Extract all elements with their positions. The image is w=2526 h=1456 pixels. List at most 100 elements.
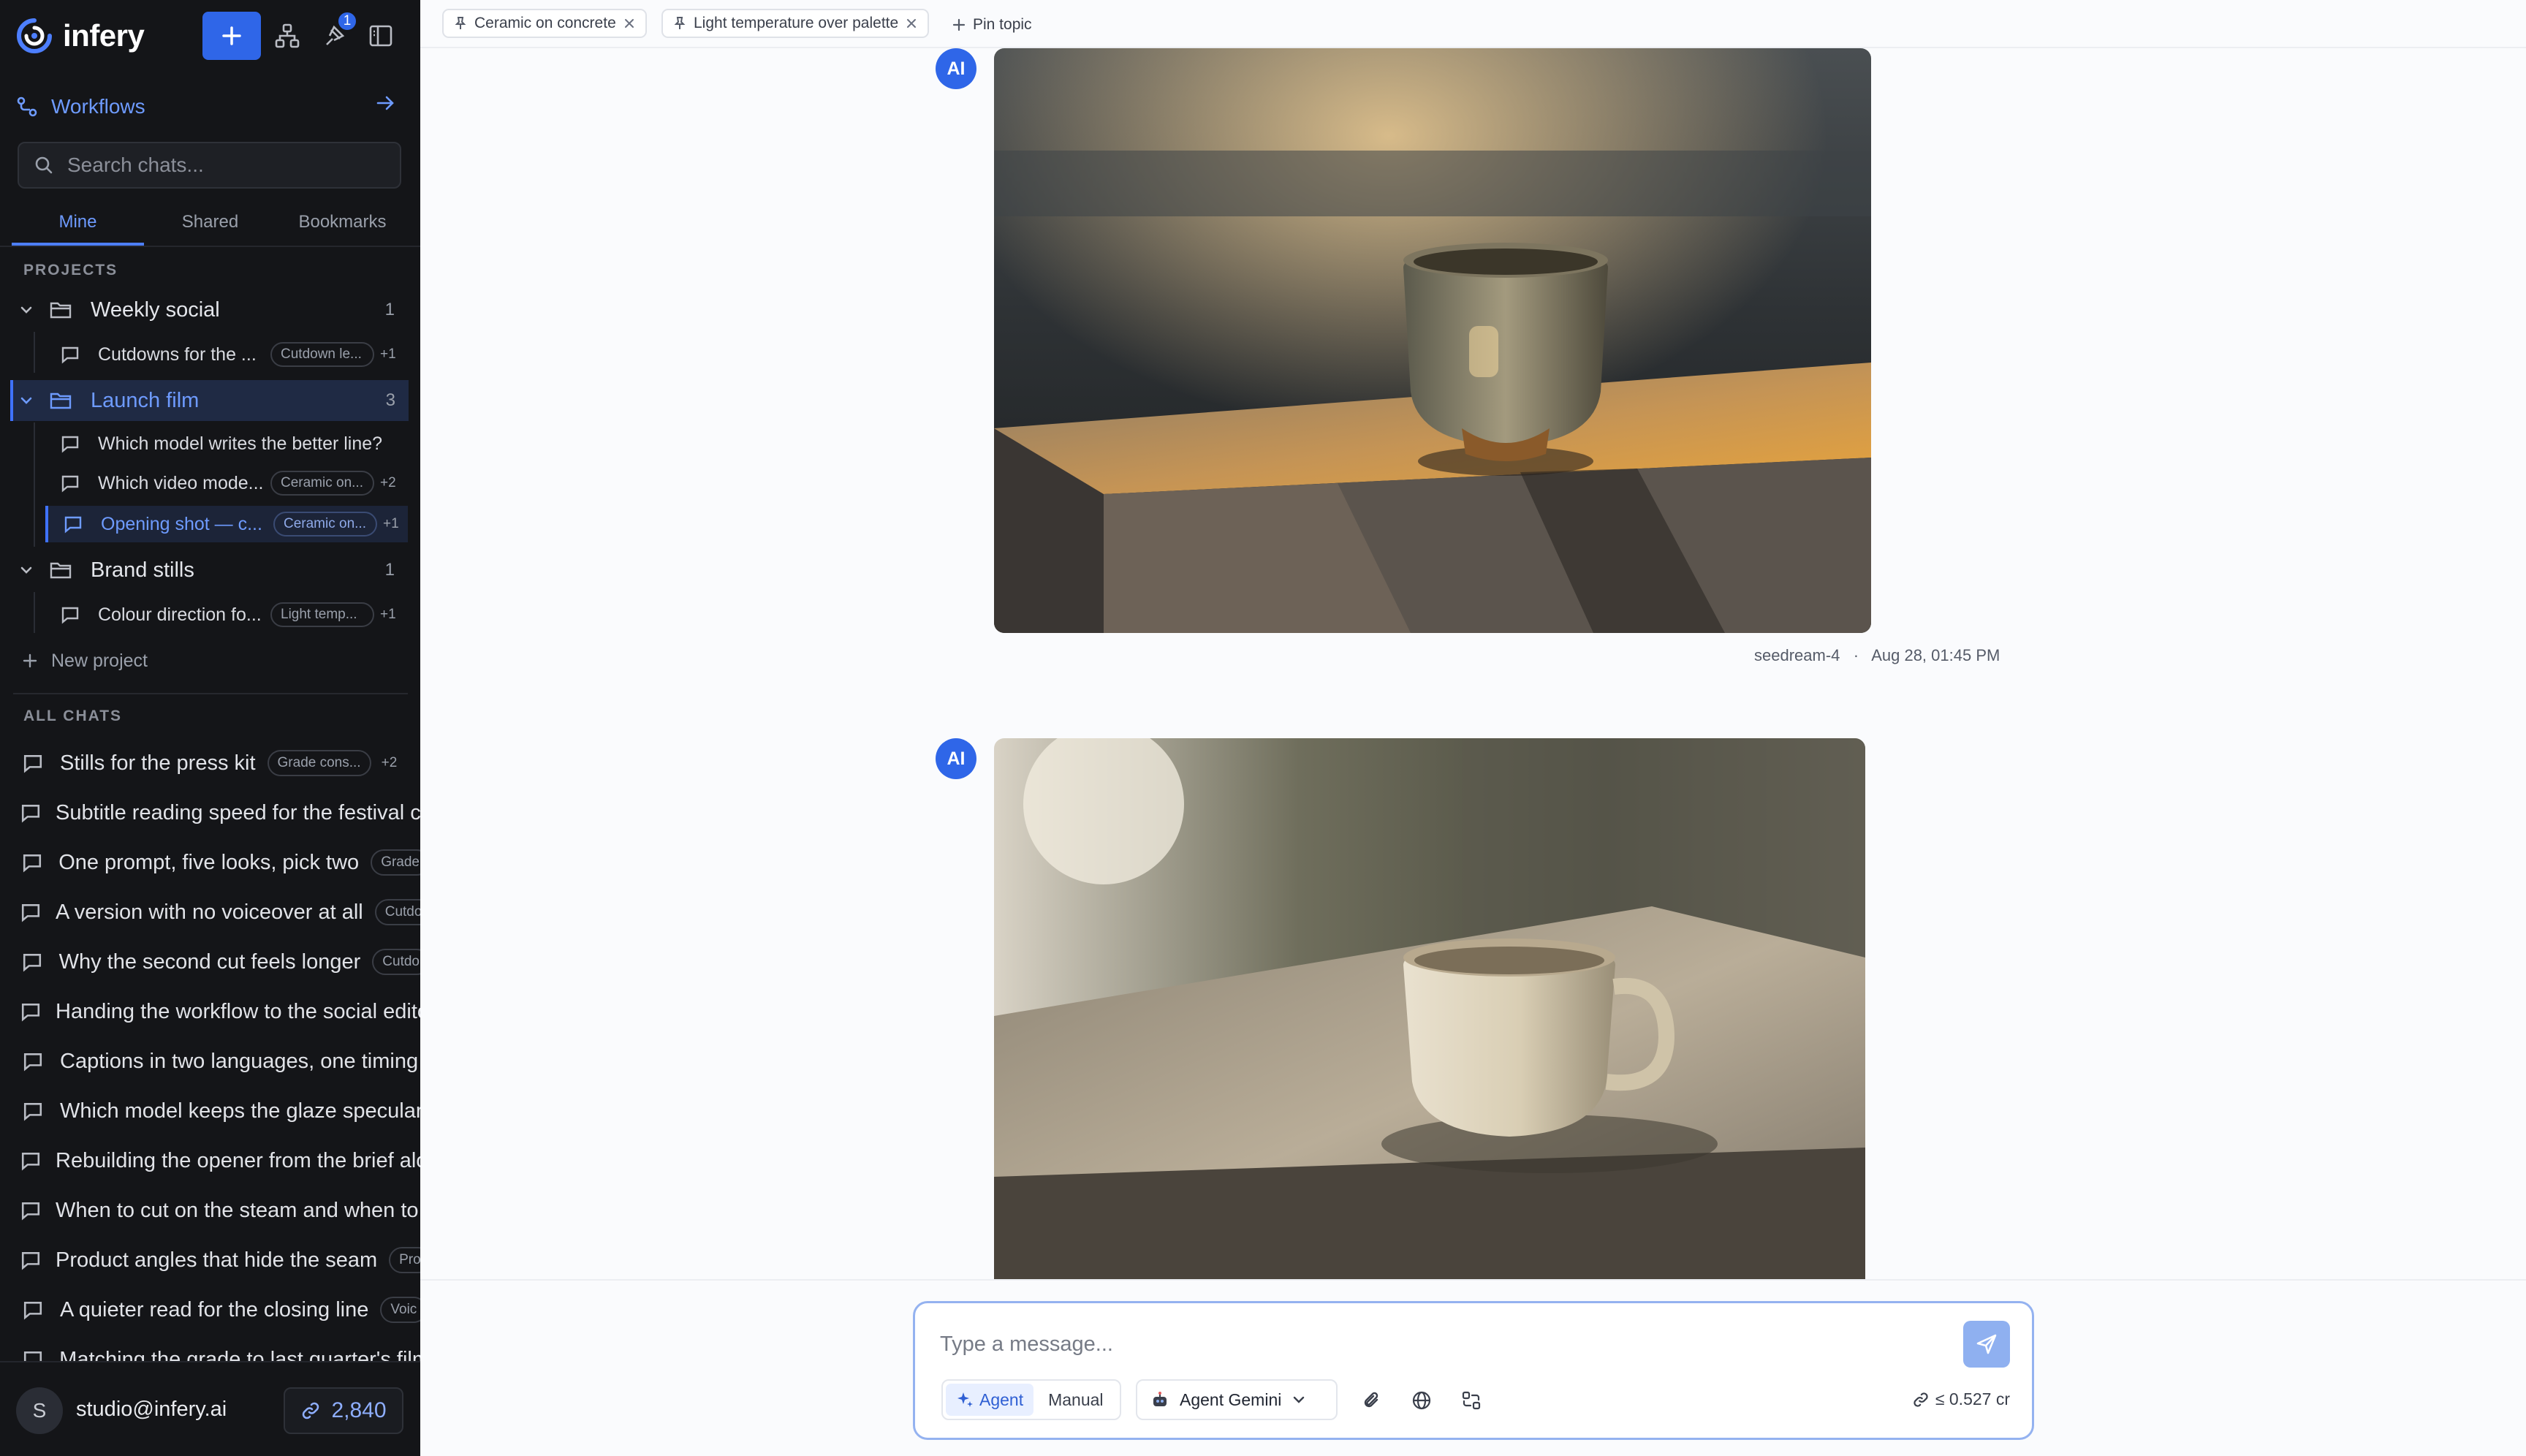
convert-button[interactable]	[1456, 1385, 1487, 1416]
generated-image[interactable]	[994, 48, 1871, 633]
model-name: seedream-4	[1754, 646, 1840, 664]
pinned-topic-chip[interactable]: Light temperature over palette	[661, 9, 930, 38]
agent-mode-button[interactable]: Agent	[946, 1384, 1034, 1416]
robot-icon	[1153, 1392, 1167, 1406]
model-select[interactable]: Agent Gemini	[1136, 1379, 1338, 1420]
extra-tags-count: +1	[380, 346, 396, 362]
close-icon[interactable]	[623, 18, 635, 29]
project-chat-item[interactable]: Colour direction fo... Light temp... +1	[45, 596, 408, 633]
chat-bubble-icon	[57, 605, 83, 624]
list-item[interactable]: When to cut on the steam and when to hol…	[20, 1190, 420, 1231]
avatar[interactable]: S	[16, 1387, 63, 1434]
list-item[interactable]: Captions in two languages, one timing	[20, 1041, 420, 1082]
app-logo[interactable]: infery	[16, 18, 145, 54]
chat-title: Which video mode...	[98, 472, 264, 493]
meta-separator: ·	[1844, 646, 1868, 664]
workflow-icon	[17, 96, 37, 117]
chat-title: When to cut on the steam and when to hol…	[56, 1198, 420, 1222]
chevron-down-icon[interactable]	[13, 302, 39, 318]
chat-title: Stills for the press kit	[60, 751, 256, 775]
attach-button[interactable]	[1357, 1385, 1387, 1416]
tab-bookmarks[interactable]: Bookmarks	[276, 205, 409, 246]
search-input[interactable]	[67, 153, 389, 177]
paperclip-icon	[1364, 1392, 1378, 1408]
chat-main: Ceramic on concrete Light temperature ov…	[420, 0, 2526, 1456]
topic-label: Light temperature over palette	[694, 15, 899, 31]
topic-tag: Ceramic on...	[273, 512, 377, 536]
sparkles-icon	[957, 1392, 973, 1407]
chat-bubble-icon	[20, 952, 45, 972]
agent-mode-label: Agent	[979, 1389, 1024, 1409]
close-icon[interactable]	[906, 18, 917, 29]
notification-badge: 1	[336, 10, 358, 32]
hierarchy-icon	[275, 23, 300, 48]
pin-icon	[674, 17, 686, 29]
user-email[interactable]: studio@infery.ai	[76, 1398, 227, 1422]
chat-bubble-icon	[20, 852, 44, 873]
topic-label: Ceramic on concrete	[474, 15, 616, 31]
extra-tags-count: +2	[381, 755, 398, 770]
project-chat-item[interactable]: Cutdowns for the ... Cutdown le... +1	[45, 336, 408, 373]
plus-icon	[222, 26, 241, 45]
list-item[interactable]: Handing the workflow to the social edito…	[20, 991, 420, 1032]
chat-title: Opening shot — c...	[101, 513, 262, 534]
cost-estimate: ≤ 0.527 cr	[1912, 1389, 2010, 1409]
project-brand-stills[interactable]: Brand stills 1	[13, 550, 408, 591]
message-timestamp: Aug 28, 01:45 PM	[1871, 646, 2000, 664]
list-item[interactable]: Stills for the press kit Grade cons... +2	[20, 743, 420, 784]
link-icon	[303, 1402, 319, 1419]
list-item[interactable]: Which model keeps the glaze specular	[20, 1091, 420, 1131]
chat-title: Which model writes the better line?	[98, 433, 383, 454]
project-launch-film[interactable]: Launch film 3	[10, 380, 409, 421]
list-item[interactable]: One prompt, five looks, pick two Grade	[20, 842, 420, 883]
new-chat-button[interactable]	[202, 12, 261, 60]
sidebar: infery 1 Workflows Search chats... Mine …	[0, 0, 420, 1456]
pin-topic-button[interactable]: Pin topic	[952, 10, 1032, 39]
ai-avatar: AI	[936, 738, 976, 779]
chevron-down-icon[interactable]	[13, 562, 39, 578]
composer: Agent Manual Agent Gemini	[913, 1301, 2034, 1440]
chat-bubble-icon	[20, 1001, 41, 1022]
workflows-label: Workflows	[51, 95, 145, 118]
list-item[interactable]: A quieter read for the closing line Voic	[20, 1289, 420, 1330]
cost-value: ≤ 0.527 cr	[1935, 1389, 2010, 1408]
tab-mine[interactable]: Mine	[12, 205, 144, 246]
workflow-graph-button[interactable]	[270, 19, 304, 53]
list-item[interactable]: Rebuilding the opener from the brief alo…	[20, 1140, 420, 1181]
tree-line	[34, 592, 35, 633]
new-project-button[interactable]: New project	[22, 646, 148, 675]
user-bar: S studio@infery.ai 2,840	[0, 1361, 420, 1456]
tab-shared[interactable]: Shared	[144, 205, 276, 246]
pin-icon	[455, 17, 466, 29]
pinned-topic-chip[interactable]: Ceramic on concrete	[442, 9, 647, 38]
topic-tag: Grade	[371, 849, 420, 876]
project-weekly-social[interactable]: Weekly social 1	[13, 289, 408, 330]
project-chat-item[interactable]: Which video mode... Ceramic on... +2	[45, 465, 408, 501]
chat-title: Cutdowns for the ...	[98, 344, 257, 365]
list-item[interactable]: Product angles that hide the seam Pro	[20, 1240, 420, 1281]
manual-mode-button[interactable]: Manual	[1038, 1384, 1113, 1416]
project-chat-item-active[interactable]: Opening shot — c... Ceramic on... +1	[45, 506, 408, 542]
send-button[interactable]	[1963, 1321, 2010, 1368]
search-box[interactable]	[18, 142, 401, 189]
credits-value: 2,840	[331, 1398, 387, 1422]
chat-bubble-icon	[20, 1250, 41, 1270]
workflows-link[interactable]: Workflows	[16, 86, 396, 127]
model-label: Agent Gemini	[1180, 1389, 1282, 1409]
generated-image[interactable]	[994, 738, 1865, 1279]
topic-tag: Pro	[389, 1247, 420, 1273]
list-item[interactable]: A version with no voiceover at all Cutdo	[20, 892, 420, 933]
topic-tag: Cutdo	[374, 899, 420, 925]
chevron-down-icon[interactable]	[13, 393, 39, 409]
credits-button[interactable]: 2,840	[284, 1387, 403, 1434]
list-item[interactable]: Subtitle reading speed for the festival …	[20, 792, 420, 833]
toggle-sidebar-button[interactable]	[364, 19, 398, 53]
projects-heading: PROJECTS	[23, 262, 118, 278]
message-input[interactable]	[940, 1332, 1890, 1357]
list-item[interactable]: Why the second cut feels longer Cutdo	[20, 941, 420, 982]
topic-tag: Cutdown le...	[270, 342, 374, 367]
project-chat-item[interactable]: Which model writes the better line?	[45, 425, 408, 462]
tree-line	[34, 332, 35, 373]
link-icon	[1914, 1392, 1928, 1407]
web-search-button[interactable]	[1406, 1385, 1437, 1416]
